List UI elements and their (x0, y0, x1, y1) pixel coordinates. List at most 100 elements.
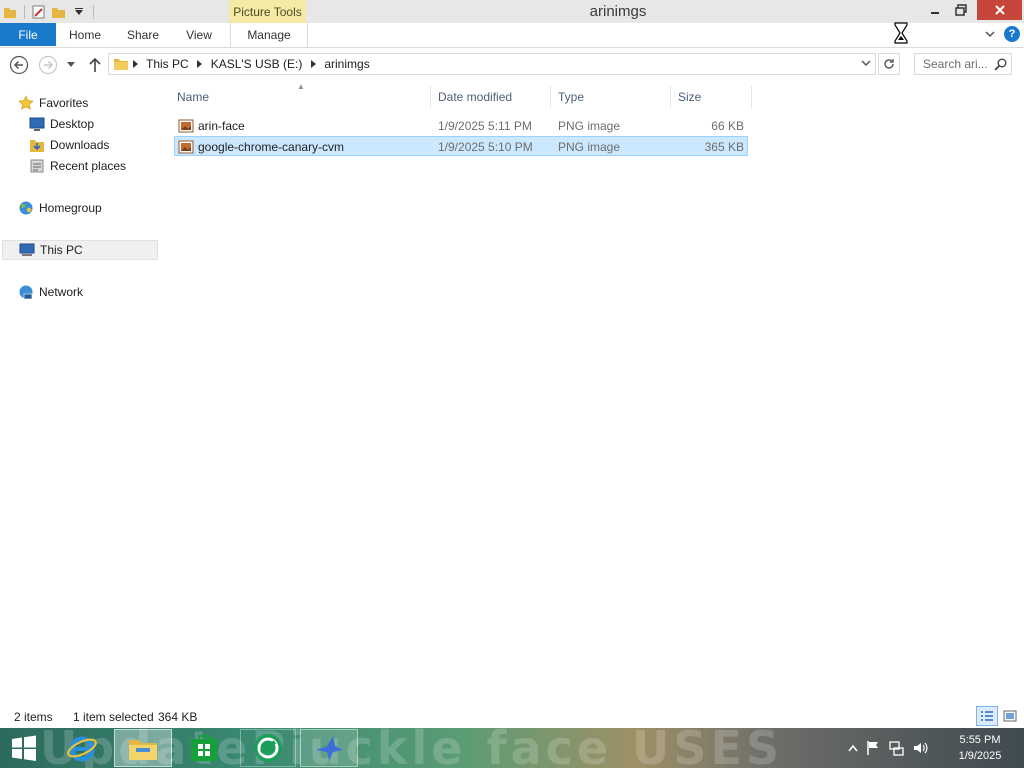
properties-icon[interactable] (31, 4, 47, 20)
up-button[interactable] (84, 54, 106, 76)
breadcrumb-this-pc[interactable]: This PC (140, 57, 195, 71)
tab-view[interactable]: View (174, 23, 224, 47)
restore-button[interactable] (948, 0, 974, 20)
breadcrumb-separator[interactable] (130, 60, 140, 68)
quick-access-toolbar (0, 0, 96, 23)
column-size-label: Size (678, 90, 702, 104)
file-name-cell: google-chrome-canary-cvm (178, 137, 344, 157)
hourglass-cursor-icon (894, 22, 908, 44)
picture-tools-context-label: Picture Tools (229, 0, 306, 23)
taskbar-store[interactable] (182, 729, 226, 767)
file-type: PNG image (558, 140, 621, 154)
desktop-icon (29, 116, 45, 132)
nav-homegroup[interactable]: Homegroup (18, 198, 102, 218)
file-row[interactable]: arin-face 1/9/2025 5:11 PM PNG image 66 … (174, 116, 748, 136)
column-header-date-modified[interactable]: Date modified (431, 86, 551, 108)
sort-ascending-icon: ▲ (297, 82, 305, 91)
taskbar-app-blue[interactable] (300, 729, 358, 767)
nav-recent-places[interactable]: Recent places (29, 156, 126, 176)
back-arrow-icon (9, 55, 29, 75)
column-header-size[interactable]: Size (671, 86, 752, 108)
breadcrumb-usb-drive[interactable]: KASL'S USB (E:) (205, 57, 309, 71)
forward-button[interactable] (37, 54, 59, 76)
clock-date: 1/9/2025 (958, 750, 1002, 762)
search-icon[interactable] (994, 58, 1007, 71)
nav-desktop[interactable]: Desktop (29, 114, 94, 134)
png-image-icon (178, 140, 194, 154)
clock-time: 5:55 PM (959, 734, 1001, 746)
window-title: arinimgs (589, 3, 647, 20)
computer-icon (19, 242, 35, 258)
status-selection-size: 364 KB (158, 710, 198, 724)
taskbar-app-green-circle[interactable] (240, 729, 296, 767)
clock[interactable]: 5:55 PM 1/9/2025 (952, 732, 1008, 764)
close-icon (994, 5, 1005, 15)
homegroup-icon (18, 200, 34, 216)
help-icon: ? (1008, 28, 1016, 40)
navigation-pane: Favorites Desktop Downloads Recent place… (0, 86, 165, 706)
start-button[interactable] (4, 729, 44, 767)
address-history-dropdown[interactable] (859, 57, 873, 71)
breadcrumb-separator[interactable] (308, 60, 318, 68)
column-header-row: Name ▲ Date modified Type Size (170, 82, 752, 108)
nav-desktop-label: Desktop (50, 117, 95, 131)
tab-home[interactable]: Home (58, 23, 112, 47)
nav-downloads-label: Downloads (50, 138, 110, 152)
chevron-down-icon (67, 62, 75, 67)
nav-downloads[interactable]: Downloads (29, 135, 109, 155)
nav-this-pc[interactable]: This PC (2, 240, 158, 260)
refresh-icon (884, 59, 894, 69)
large-icons-view-button[interactable] (1000, 706, 1020, 726)
search-placeholder: Search ari... (923, 57, 988, 71)
breadcrumb-separator[interactable] (195, 60, 205, 68)
column-header-type[interactable]: Type (551, 86, 671, 108)
minimize-icon (931, 12, 939, 14)
taskbar-internet-explorer[interactable] (60, 729, 104, 767)
store-icon (191, 735, 217, 761)
action-center-flag-icon[interactable] (866, 740, 880, 756)
folder-icon (2, 4, 18, 20)
file-tab[interactable]: File (0, 23, 56, 46)
column-header-name[interactable]: Name ▲ (170, 82, 431, 108)
status-item-count: 2 items (14, 710, 53, 724)
file-name-cell: arin-face (178, 116, 245, 136)
refresh-button[interactable] (878, 53, 900, 75)
nav-favorites-label: Favorites (39, 96, 89, 110)
tab-share[interactable]: Share (114, 23, 172, 47)
file-row-selected[interactable]: google-chrome-canary-cvm 1/9/2025 5:10 P… (174, 136, 748, 156)
tab-manage[interactable]: Manage (230, 23, 308, 47)
expand-ribbon-button[interactable] (982, 27, 998, 43)
nav-homegroup-label: Homegroup (39, 201, 102, 215)
customize-qat-icon[interactable] (71, 4, 87, 20)
help-button[interactable]: ? (1004, 26, 1020, 42)
nav-favorites[interactable]: Favorites (18, 93, 88, 113)
nav-network-label: Network (39, 285, 84, 299)
details-view-icon (981, 711, 993, 721)
back-button[interactable] (8, 54, 30, 76)
network-icon[interactable] (888, 740, 904, 756)
nav-this-pc-label: This PC (40, 243, 83, 257)
nav-recent-places-label: Recent places (50, 159, 127, 173)
file-name: arin-face (198, 119, 245, 133)
file-type: PNG image (558, 119, 621, 133)
show-hidden-icons[interactable] (848, 744, 858, 752)
close-button[interactable] (977, 0, 1022, 20)
status-selection: 1 item selected (73, 710, 154, 724)
address-bar[interactable]: This PC KASL'S USB (E:) arinimgs (108, 53, 876, 75)
status-bar: 2 items 1 item selected 364 KB (0, 706, 1024, 728)
up-arrow-icon (89, 57, 101, 72)
volume-icon[interactable] (912, 740, 928, 756)
minimize-button[interactable] (922, 0, 948, 20)
nav-network[interactable]: Network (18, 282, 83, 302)
large-icons-view-icon (1003, 710, 1017, 722)
taskbar-file-explorer[interactable] (114, 729, 172, 767)
file-size: 365 KB (704, 140, 744, 154)
details-view-button[interactable] (976, 706, 998, 726)
new-folder-icon[interactable] (51, 4, 67, 20)
breadcrumb-arinimgs[interactable]: arinimgs (318, 57, 375, 71)
search-input[interactable]: Search ari... (914, 53, 1012, 75)
chevron-down-icon (985, 31, 995, 38)
recent-locations-dropdown[interactable] (63, 54, 79, 76)
file-date: 1/9/2025 5:10 PM (438, 140, 533, 154)
windows-logo-icon (12, 735, 36, 761)
